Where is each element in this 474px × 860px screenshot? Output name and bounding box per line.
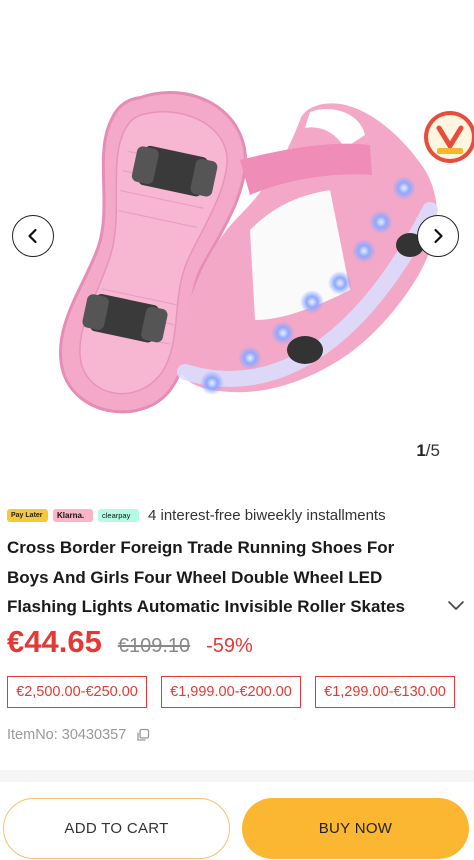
paylater-logo: Pay Later xyxy=(7,508,48,522)
price-tier[interactable]: €1,999.00-€200.00 xyxy=(161,676,301,708)
next-image-button[interactable] xyxy=(417,215,459,257)
buy-now-button[interactable]: BUY NOW xyxy=(242,798,469,859)
price-tier[interactable]: €2,500.00-€250.00 xyxy=(7,676,147,708)
klarna-logo: Klarna. xyxy=(53,508,93,522)
original-price: €109.10 xyxy=(117,635,191,657)
promo-badge-icon xyxy=(421,108,474,166)
product-image-gallery[interactable]: 1/5 xyxy=(0,0,474,478)
copy-icon[interactable] xyxy=(136,728,150,742)
chevron-down-icon[interactable] xyxy=(446,597,466,615)
add-to-cart-button[interactable]: ADD TO CART xyxy=(3,798,230,859)
chevron-right-icon xyxy=(434,228,443,244)
product-title: Cross Border Foreign Trade Running Shoes… xyxy=(7,538,406,616)
price-tier[interactable]: €1,299.00-€130.00 xyxy=(315,676,455,708)
item-number-text: ItemNo: 30430357 xyxy=(7,727,127,743)
price-row: €44.65 €109.10 -59% xyxy=(7,624,253,664)
image-counter-total: 5 xyxy=(430,441,440,460)
image-counter-current: 1 xyxy=(416,441,426,460)
section-divider xyxy=(0,770,474,782)
prev-image-button[interactable] xyxy=(12,215,54,257)
product-photo xyxy=(58,91,438,414)
chevron-left-icon xyxy=(28,228,37,244)
item-number: ItemNo: 30430357 xyxy=(7,727,150,743)
discount-badge: -59% xyxy=(206,635,253,657)
bottom-action-bar: ADD TO CART BUY NOW xyxy=(0,782,474,860)
clearpay-logo: clearpay xyxy=(98,508,139,522)
installment-text: 4 interest-free biweekly installments xyxy=(148,506,386,524)
current-price: €44.65 xyxy=(7,624,102,659)
image-counter: 1/5 xyxy=(416,441,440,461)
installment-info[interactable]: Pay Later Klarna. clearpay 4 interest-fr… xyxy=(7,505,386,525)
